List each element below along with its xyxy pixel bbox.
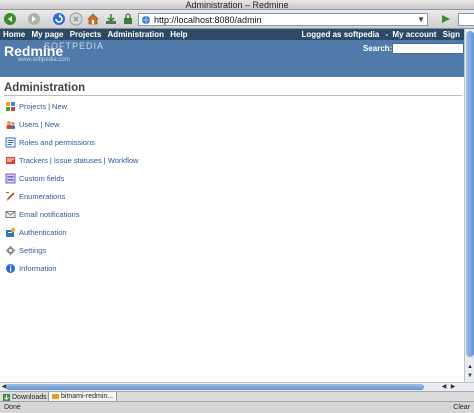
watermark: SOFTPEDIA xyxy=(44,41,105,51)
email-icon xyxy=(5,209,16,220)
horizontal-scrollbar[interactable]: ◀ ◀ ▶ xyxy=(0,382,474,391)
downloads-label: Downloads xyxy=(12,393,47,401)
watermark-url: www.softpedia.com xyxy=(18,57,70,63)
email-notifications-link[interactable]: Email notifications xyxy=(19,210,79,219)
custom-fields-icon xyxy=(5,173,16,184)
workflow-link[interactable]: Workflow xyxy=(108,156,139,165)
users-icon xyxy=(5,119,16,130)
separator: | xyxy=(103,155,106,165)
title-divider xyxy=(4,95,462,96)
logged-as-text: Logged as softpedia xyxy=(301,30,380,39)
vertical-scrollbar[interactable]: ▲ ▼ xyxy=(464,29,474,382)
main-content: Administration Projects | New Users | Ne… xyxy=(0,77,464,382)
forward-icon[interactable] xyxy=(27,12,41,26)
tab-strip: Downloads bitnami-redmin... xyxy=(0,391,474,402)
enumerations-icon xyxy=(5,191,16,202)
separator: | xyxy=(49,155,52,165)
scroll-left-icon-2[interactable]: ◀ xyxy=(440,383,448,391)
menu-administration[interactable]: Administration xyxy=(108,30,164,39)
roles-icon xyxy=(5,137,16,148)
trackers-icon xyxy=(5,155,16,166)
search-box-edge[interactable] xyxy=(458,13,474,26)
url-text: http://localhost:8080/admin xyxy=(154,14,262,25)
browser-toolbar: http://localhost:8080/admin ▼ xyxy=(0,10,474,29)
authentication-icon xyxy=(5,227,16,238)
sign-out-link[interactable]: Sign xyxy=(443,30,460,39)
users-link[interactable]: Users xyxy=(19,120,39,129)
downloads-icon xyxy=(3,393,10,401)
menu-projects[interactable]: Projects xyxy=(70,30,102,39)
issue-statuses-link[interactable]: Issue statuses xyxy=(54,156,102,165)
projects-icon xyxy=(5,101,16,112)
admin-item-authentication: Authentication xyxy=(5,225,67,239)
admin-item-settings: Settings xyxy=(5,243,46,257)
status-bar: Done Clear xyxy=(0,401,474,413)
reload-icon[interactable] xyxy=(52,12,66,26)
back-icon[interactable] xyxy=(3,12,17,26)
stop-icon[interactable] xyxy=(69,12,83,26)
search-input[interactable] xyxy=(392,43,464,54)
information-icon xyxy=(5,263,16,274)
new-project-link[interactable]: New xyxy=(52,102,67,111)
separator: | xyxy=(40,119,43,129)
admin-item-information: Information xyxy=(5,261,57,275)
horizontal-scroll-thumb[interactable] xyxy=(6,384,424,390)
separator: | xyxy=(48,101,51,111)
admin-item-custom-fields: Custom fields xyxy=(5,171,64,185)
page-header: Redmine SOFTPEDIA www.softpedia.com Sear… xyxy=(0,40,464,77)
admin-item-projects: Projects | New xyxy=(5,99,67,113)
authentication-link[interactable]: Authentication xyxy=(19,228,67,237)
clear-button[interactable]: Clear xyxy=(453,402,470,413)
roles-link[interactable]: Roles and permissions xyxy=(19,138,95,147)
information-link[interactable]: Information xyxy=(19,264,57,273)
scroll-up-icon[interactable]: ▲ xyxy=(466,363,474,371)
tab-label: bitnami-redmin... xyxy=(61,393,114,400)
window-title-bar: Administration – Redmine xyxy=(0,0,474,10)
admin-item-roles: Roles and permissions xyxy=(5,135,95,149)
download-icon[interactable] xyxy=(104,12,118,26)
folder-icon xyxy=(52,394,59,399)
url-bar[interactable]: http://localhost:8080/admin ▼ xyxy=(138,13,428,26)
admin-item-email: Email notifications xyxy=(5,207,79,221)
lock-icon[interactable] xyxy=(121,12,135,26)
menu-my-page[interactable]: My page xyxy=(31,30,63,39)
admin-item-users: Users | New xyxy=(5,117,60,131)
custom-fields-link[interactable]: Custom fields xyxy=(19,174,64,183)
search-label: Search: xyxy=(363,44,393,53)
globe-icon xyxy=(142,15,150,24)
trackers-link[interactable]: Trackers xyxy=(19,156,48,165)
url-dropdown-icon[interactable]: ▼ xyxy=(417,15,425,24)
admin-item-enumerations: Enumerations xyxy=(5,189,65,203)
enumerations-link[interactable]: Enumerations xyxy=(19,192,65,201)
page-title: Administration xyxy=(4,82,86,94)
projects-link[interactable]: Projects xyxy=(19,102,46,111)
menu-home[interactable]: Home xyxy=(3,30,25,39)
scroll-right-icon[interactable]: ▶ xyxy=(449,383,457,391)
window-title: Administration – Redmine xyxy=(185,0,289,10)
top-menu: Home My page Projects Administration Hel… xyxy=(0,29,464,40)
vertical-scroll-thumb[interactable] xyxy=(466,31,474,357)
settings-link[interactable]: Settings xyxy=(19,246,46,255)
home-icon[interactable] xyxy=(86,12,100,26)
status-text: Done xyxy=(4,404,21,411)
new-user-link[interactable]: New xyxy=(45,120,60,129)
admin-item-trackers: Trackers | Issue statuses | Workflow xyxy=(5,153,138,167)
settings-icon xyxy=(5,245,16,256)
separator: - xyxy=(385,30,389,39)
go-icon[interactable] xyxy=(440,13,452,25)
menu-help[interactable]: Help xyxy=(170,30,187,39)
my-account-link[interactable]: My account xyxy=(392,30,436,39)
scroll-down-icon[interactable]: ▼ xyxy=(466,372,474,380)
